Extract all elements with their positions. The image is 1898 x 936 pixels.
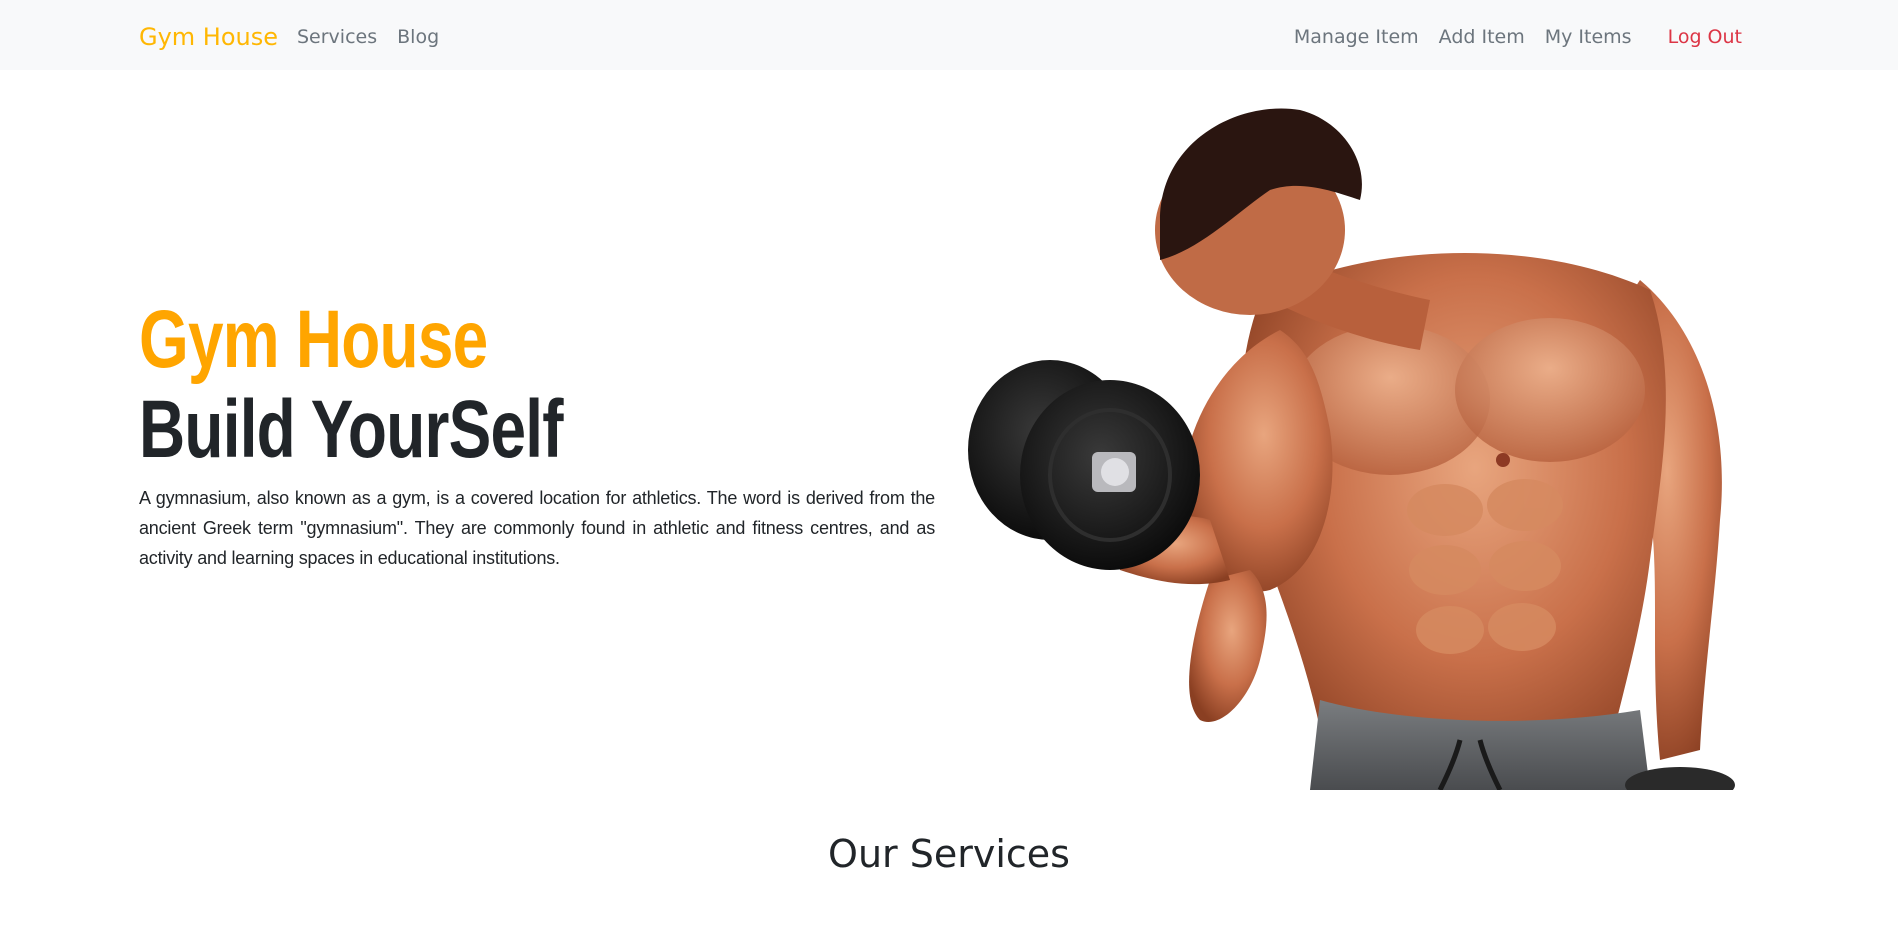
services-heading: Our Services (828, 832, 1070, 876)
nav-link-add-item[interactable]: Add Item (1429, 26, 1535, 48)
nav-link-manage-item[interactable]: Manage Item (1284, 26, 1429, 48)
brand-link[interactable]: Gym House (139, 20, 278, 54)
hero-title: Gym House (139, 294, 488, 385)
logout-button[interactable]: Log Out (1658, 26, 1752, 48)
man-lifting-dumbbell-image (968, 108, 1735, 790)
hero-text: Gym House Build YourSelf A gymnasium, al… (139, 295, 935, 573)
hero-subtitle: Build YourSelf (139, 384, 564, 475)
nav-right: Manage Item Add Item My Items Log Out (1284, 20, 1752, 54)
hero-image (960, 100, 1760, 790)
nav-link-services[interactable]: Services (287, 26, 387, 48)
nav-link-my-items[interactable]: My Items (1535, 26, 1642, 48)
navbar: Gym House Services Blog Manage Item Add … (0, 0, 1898, 70)
nav-left: Services Blog (287, 20, 449, 54)
nav-link-blog[interactable]: Blog (387, 26, 449, 48)
hero-description: A gymnasium, also known as a gym, is a c… (139, 488, 935, 568)
